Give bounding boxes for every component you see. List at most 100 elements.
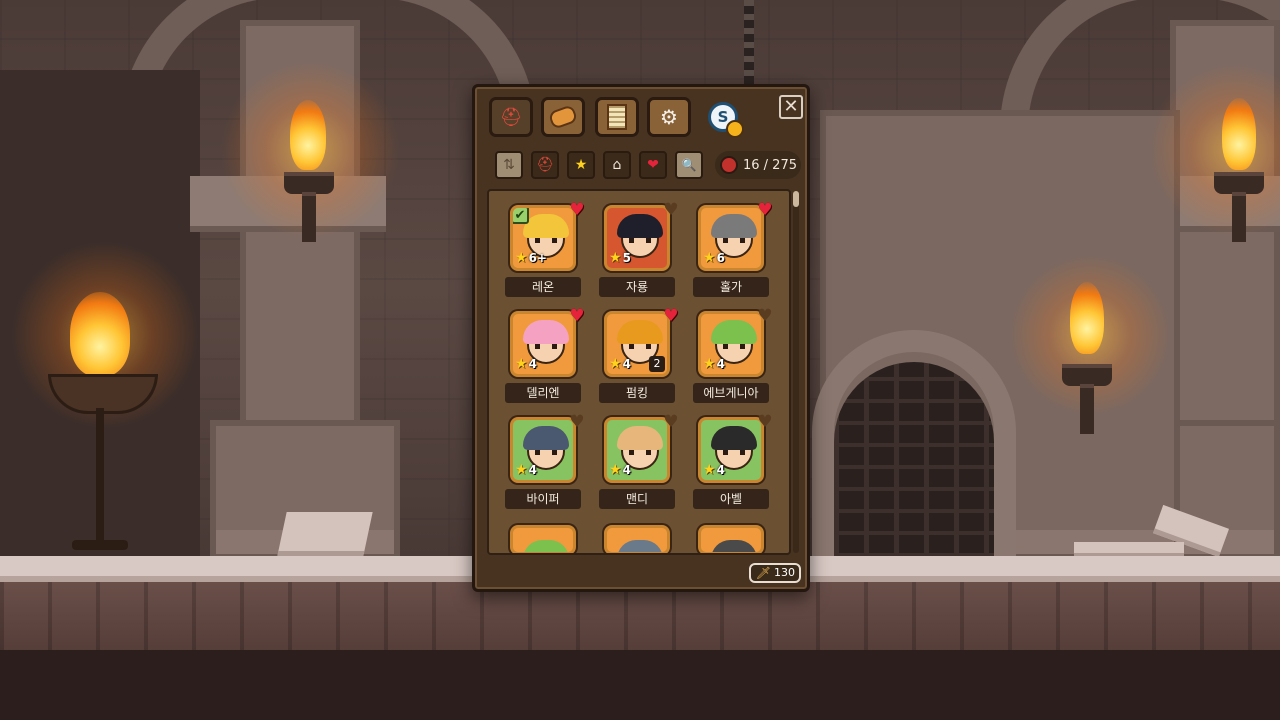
character-collection-panel: ⛑ ⚙ S ✕ ⇅ ⛑ ★ ⌂ ❤ 🔍 16 / 275 ★ 6+ ✔ ♥ 레온… bbox=[472, 84, 810, 592]
search-button[interactable]: 🔍 bbox=[675, 151, 703, 179]
collection-counter: 16 / 275 bbox=[715, 151, 801, 179]
tab-steam[interactable]: S bbox=[701, 97, 745, 138]
character-card[interactable]: ★ 4 ♥ 델리엔 bbox=[505, 307, 585, 403]
character-card[interactable]: ★ 5 ♥ 자룡 bbox=[599, 201, 679, 297]
character-name: 펌킹 bbox=[599, 383, 675, 403]
character-type-filter-button[interactable]: ⛑ bbox=[531, 151, 559, 179]
character-eyes bbox=[535, 344, 557, 349]
character-hair bbox=[711, 426, 757, 450]
tab-items[interactable] bbox=[541, 97, 585, 137]
character-eyes bbox=[629, 238, 651, 243]
star-icon: ★ bbox=[609, 462, 622, 478]
character-eyes bbox=[535, 238, 557, 243]
brazier-stand bbox=[96, 408, 104, 548]
torch-flame bbox=[1222, 98, 1256, 170]
currency-value: 130 bbox=[774, 566, 795, 579]
rank-badge: ★ 4 bbox=[515, 462, 537, 478]
tab-notes[interactable] bbox=[595, 97, 639, 137]
character-hair bbox=[617, 214, 663, 238]
heart-icon[interactable]: ♥ bbox=[755, 413, 775, 431]
star-icon: ★ bbox=[703, 462, 716, 478]
floor-shadow bbox=[0, 650, 1280, 720]
character-name: 아벨 bbox=[693, 489, 769, 509]
rank-value: 6+ bbox=[528, 251, 547, 265]
character-eyes bbox=[535, 450, 557, 455]
heart-icon[interactable]: ♥ bbox=[661, 307, 681, 325]
rank-value: 4 bbox=[622, 463, 631, 477]
scroll-icon bbox=[607, 104, 627, 130]
helmet-icon: ⛑ bbox=[499, 106, 523, 128]
character-card[interactable]: ★ 4 ♥ 바이퍼 bbox=[505, 413, 585, 509]
character-card[interactable]: ★ 4 2 ♥ 펌킹 bbox=[599, 307, 679, 403]
character-name: 에브게니아 bbox=[693, 383, 769, 403]
helmet-icon bbox=[720, 156, 738, 174]
rank-value: 5 bbox=[622, 251, 631, 265]
character-hair bbox=[617, 540, 663, 552]
star-icon: ★ bbox=[515, 356, 528, 372]
character-card[interactable]: ★ 6 ♥ 홀가 bbox=[693, 201, 773, 297]
character-name: 델리엔 bbox=[505, 383, 581, 403]
rank-badge: ★ 4 bbox=[609, 462, 631, 478]
brazier-flame bbox=[70, 292, 130, 376]
character-hair bbox=[711, 540, 757, 552]
collection-count-text: 16 / 275 bbox=[743, 157, 797, 173]
heart-icon[interactable]: ♥ bbox=[755, 201, 775, 219]
tab-characters[interactable]: ⛑ bbox=[489, 97, 533, 137]
rank-value: 6 bbox=[716, 251, 725, 265]
star-icon: ★ bbox=[609, 250, 622, 266]
gear-icon: ⚙ bbox=[660, 105, 678, 129]
rank-badge: ★ 4 bbox=[609, 356, 631, 372]
heart-icon[interactable]: ♥ bbox=[661, 413, 681, 431]
character-eyes bbox=[723, 238, 745, 243]
hanging-chain bbox=[744, 0, 754, 84]
heart-icon[interactable]: ♥ bbox=[567, 201, 587, 219]
heart-icon[interactable]: ♥ bbox=[755, 307, 775, 325]
character-portrait[interactable] bbox=[510, 525, 576, 553]
character-hair bbox=[617, 426, 663, 450]
character-card[interactable]: ★ 6+ ✔ ♥ 레온 bbox=[505, 201, 585, 297]
character-hair bbox=[711, 214, 757, 238]
rank-badge: ★ 6 bbox=[703, 250, 725, 266]
character-portrait[interactable] bbox=[604, 525, 670, 553]
sort-filter-button[interactable]: ⇅ bbox=[495, 151, 523, 179]
costume-filter-button[interactable]: ⌂ bbox=[603, 151, 631, 179]
duplicate-count-badge: 2 bbox=[649, 356, 665, 372]
character-card[interactable]: ★ 4 ♥ 아벨 bbox=[693, 413, 773, 509]
character-card[interactable] bbox=[505, 525, 581, 553]
torch-sconce bbox=[1214, 172, 1264, 194]
torch-flame bbox=[290, 100, 326, 170]
helmet-icon: ⛑ bbox=[536, 157, 554, 173]
character-name: 맨디 bbox=[599, 489, 675, 509]
rank-badge: ★ 5 bbox=[609, 250, 631, 266]
notification-badge bbox=[726, 120, 744, 138]
rank-value: 4 bbox=[622, 357, 631, 371]
character-card[interactable] bbox=[693, 525, 769, 553]
character-portrait[interactable] bbox=[698, 525, 764, 553]
scrollbar-thumb[interactable] bbox=[793, 191, 799, 207]
character-card[interactable] bbox=[599, 525, 675, 553]
heart-icon[interactable]: ♥ bbox=[567, 307, 587, 325]
star-filter-button[interactable]: ★ bbox=[567, 151, 595, 179]
character-eyes bbox=[723, 344, 745, 349]
character-card[interactable]: ★ 4 ♥ 에브게니아 bbox=[693, 307, 773, 403]
grid-scrollbar[interactable] bbox=[793, 191, 799, 553]
heart-filter-button[interactable]: ❤ bbox=[639, 151, 667, 179]
character-hair bbox=[523, 540, 569, 552]
heart-icon[interactable]: ♥ bbox=[661, 201, 681, 219]
currency-display: 🗡 130 bbox=[749, 563, 801, 583]
star-icon: ★ bbox=[609, 356, 622, 372]
close-button[interactable]: ✕ bbox=[779, 95, 803, 119]
sword-icon: 🗡 bbox=[755, 566, 771, 580]
character-name: 홀가 bbox=[693, 277, 769, 297]
brazier-foot bbox=[72, 540, 128, 550]
rank-value: 4 bbox=[528, 357, 537, 371]
rank-value: 4 bbox=[716, 357, 725, 371]
character-eyes bbox=[723, 450, 745, 455]
tab-settings[interactable]: ⚙ bbox=[647, 97, 691, 137]
heart-icon[interactable]: ♥ bbox=[567, 413, 587, 431]
character-grid: ★ 6+ ✔ ♥ 레온 ★ 5 ♥ 자룡 ★ 6 ♥ 홀가 ★ 4 ♥ 델리엔 ★ 4 2 ♥ 펌킹 ★ 4 ♥ 에브게니아 ★ 4 ♥… bbox=[487, 189, 791, 555]
steam-icon: S bbox=[708, 102, 744, 138]
rank-badge: ★ 4 bbox=[515, 356, 537, 372]
rank-badge: ★ 4 bbox=[703, 356, 725, 372]
character-card[interactable]: ★ 4 ♥ 맨디 bbox=[599, 413, 679, 509]
